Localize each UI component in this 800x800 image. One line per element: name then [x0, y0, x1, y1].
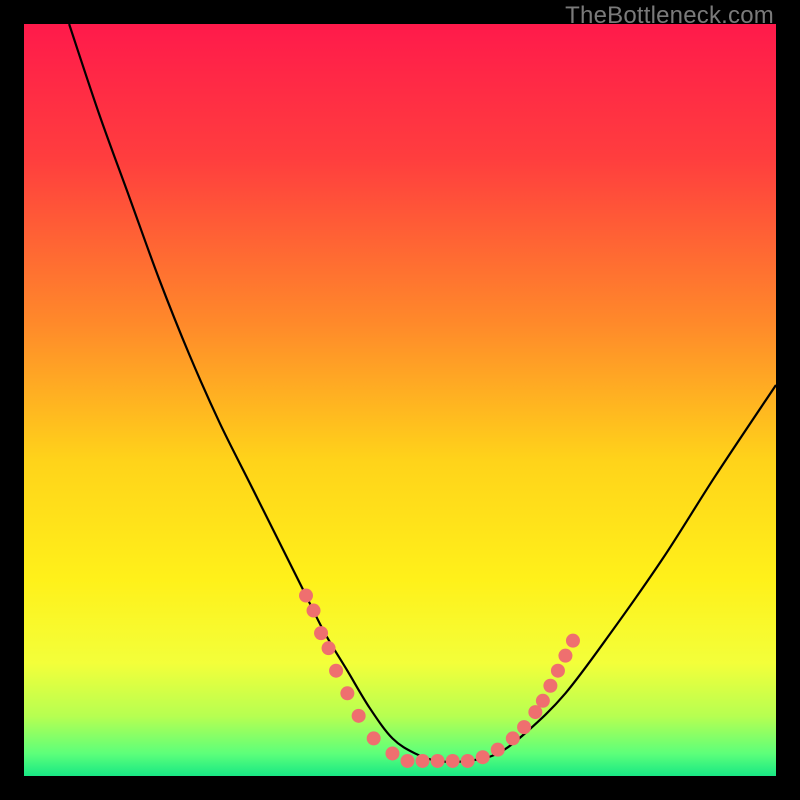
highlight-dot: [476, 750, 490, 764]
chart-background: [24, 24, 776, 776]
highlight-dot: [551, 664, 565, 678]
highlight-dot: [431, 754, 445, 768]
highlight-dot: [385, 746, 399, 760]
highlight-dot: [543, 679, 557, 693]
highlight-dot: [536, 694, 550, 708]
highlight-dot: [299, 589, 313, 603]
highlight-dot: [558, 649, 572, 663]
highlight-dot: [307, 604, 321, 618]
highlight-dot: [401, 754, 415, 768]
highlight-dot: [506, 731, 520, 745]
highlight-dot: [329, 664, 343, 678]
highlight-dot: [416, 754, 430, 768]
chart-frame: [24, 24, 776, 776]
highlight-dot: [491, 743, 505, 757]
highlight-dot: [517, 720, 531, 734]
bottleneck-chart: [24, 24, 776, 776]
highlight-dot: [314, 626, 328, 640]
highlight-dot: [446, 754, 460, 768]
highlight-dot: [566, 634, 580, 648]
highlight-dot: [461, 754, 475, 768]
highlight-dot: [322, 641, 336, 655]
highlight-dot: [352, 709, 366, 723]
highlight-dot: [367, 731, 381, 745]
highlight-dot: [340, 686, 354, 700]
